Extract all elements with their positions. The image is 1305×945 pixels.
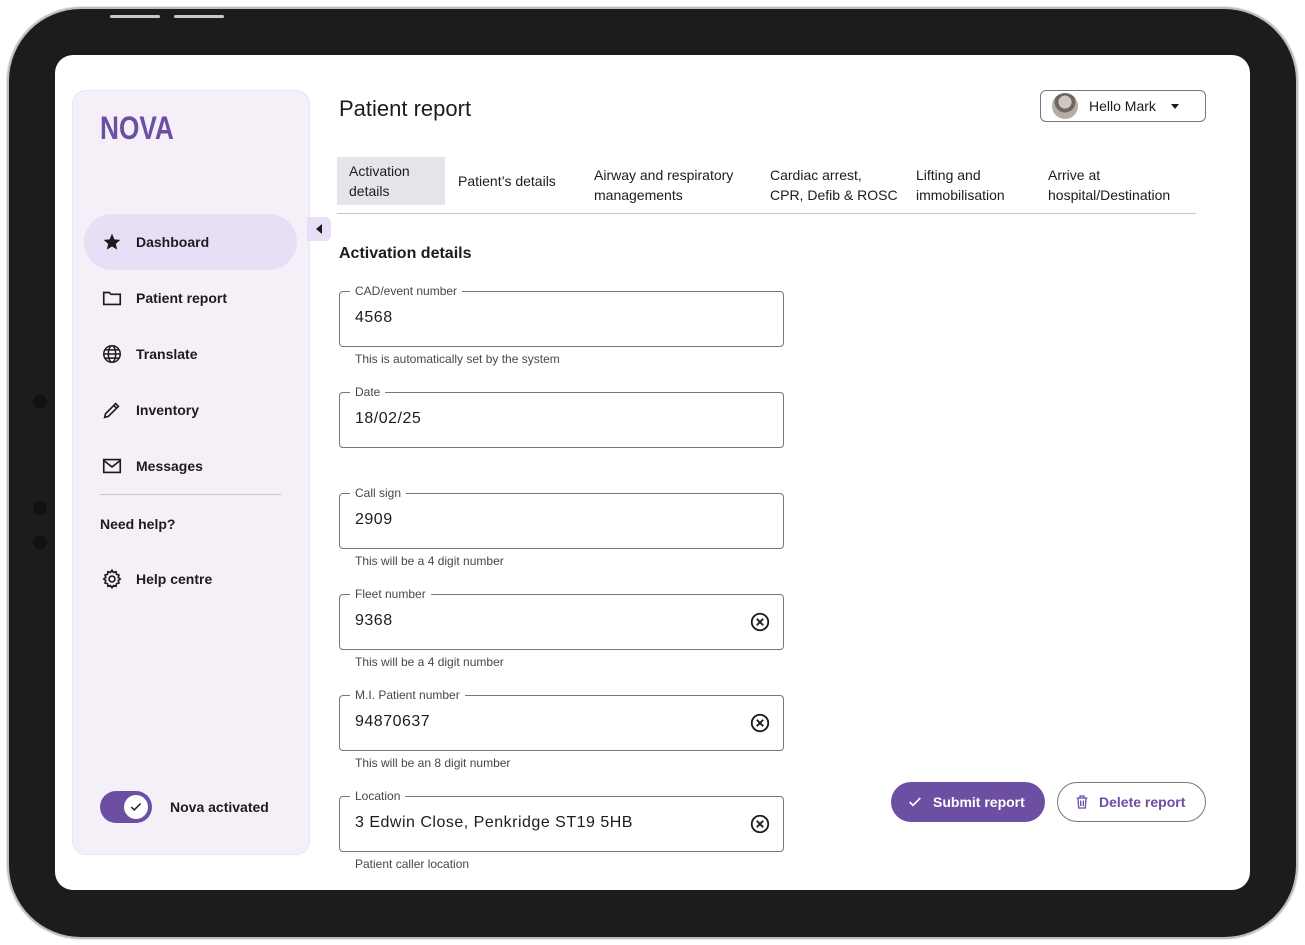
- star-icon: [100, 230, 124, 254]
- sidebar-item-label: Translate: [136, 346, 198, 362]
- location-field[interactable]: Location 3 Edwin Close, Penkridge ST19 5…: [339, 788, 784, 852]
- cad-event-number-field[interactable]: CAD/event number 4568: [339, 283, 784, 347]
- sidebar-item-patient-report[interactable]: Patient report: [84, 270, 297, 326]
- delete-report-label: Delete report: [1099, 794, 1186, 810]
- helper-text: This will be an 8 digit number: [355, 756, 511, 770]
- sidebar-item-inventory[interactable]: Inventory: [84, 382, 297, 438]
- submit-report-button[interactable]: Submit report: [891, 782, 1045, 822]
- sidebar-item-label: Messages: [136, 458, 203, 474]
- sidebar-item-help-centre[interactable]: Help centre: [84, 551, 297, 607]
- helper-text: Patient caller location: [355, 857, 470, 871]
- check-icon: [909, 797, 921, 807]
- app-screen: NOVA Dashboard Patient report Translate …: [55, 55, 1250, 890]
- avatar: [1052, 93, 1078, 119]
- field-value: 9368: [355, 612, 393, 629]
- side-sensor: [33, 535, 47, 549]
- field-value: 94870637: [355, 713, 431, 730]
- tab-arrive-hospital[interactable]: Arrive at hospital/Destination: [1048, 165, 1170, 213]
- report-tabs: Activation details Patient’s details Air…: [337, 157, 1196, 214]
- volume-button: [174, 15, 224, 18]
- sidebar-item-label: Patient report: [136, 290, 228, 306]
- field-label: Date: [350, 384, 386, 400]
- field-value: 3 Edwin Close, Penkridge ST19 5HB: [355, 814, 633, 831]
- sidebar-item-label: Help centre: [136, 571, 213, 587]
- field-label: Fleet number: [350, 586, 431, 602]
- side-sensor: [33, 501, 47, 515]
- helper-text: This will be a 4 digit number: [355, 655, 504, 669]
- call-sign-field[interactable]: Call sign 2909: [339, 485, 784, 549]
- helper-text: This will be a 4 digit number: [355, 554, 504, 568]
- section-title: Activation details: [339, 245, 472, 262]
- field-label: Location: [350, 788, 406, 804]
- sidebar-item-label: Inventory: [136, 402, 200, 418]
- user-greeting: Hello Mark: [1089, 98, 1156, 114]
- side-sensor: [33, 395, 47, 409]
- nova-toggle[interactable]: [100, 791, 152, 823]
- field-value: 18/02/25: [355, 410, 422, 427]
- helper-text: This is automatically set by the system: [355, 352, 560, 366]
- field-value: 4568: [355, 309, 393, 326]
- chevron-left-icon: [316, 224, 322, 234]
- field-label: M.I. Patient number: [350, 687, 465, 703]
- clear-icon[interactable]: [749, 611, 771, 633]
- trash-icon: [1076, 795, 1088, 809]
- tab-airway-respiratory[interactable]: Airway and respiratory managements: [594, 165, 733, 213]
- sidebar-item-translate[interactable]: Translate: [84, 326, 297, 382]
- tab-cardiac-arrest[interactable]: Cardiac arrest, CPR, Defib & ROSC: [770, 165, 898, 213]
- field-label: CAD/event number: [350, 283, 463, 299]
- mi-patient-number-field[interactable]: M.I. Patient number 94870637: [339, 687, 784, 751]
- check-icon: [124, 795, 148, 819]
- toggle-label: Nova activated: [170, 799, 269, 815]
- clear-icon[interactable]: [749, 712, 771, 734]
- sidebar-item-label: Dashboard: [136, 234, 210, 250]
- tab-patients-details[interactable]: Patient’s details: [458, 171, 556, 219]
- sidebar-item-dashboard[interactable]: Dashboard: [84, 214, 297, 270]
- folder-icon: [100, 286, 124, 310]
- app-logo: NOVA: [100, 110, 174, 146]
- submit-report-label: Submit report: [933, 794, 1025, 810]
- tab-lifting-immobilisation[interactable]: Lifting and immobilisation: [916, 165, 1005, 213]
- user-menu-button[interactable]: Hello Mark: [1040, 90, 1206, 122]
- field-value: 2909: [355, 511, 393, 528]
- field-label: Call sign: [350, 485, 407, 501]
- sidebar-divider: [100, 494, 281, 495]
- clear-icon[interactable]: [749, 813, 771, 835]
- sidebar: NOVA Dashboard Patient report Translate …: [72, 90, 310, 855]
- volume-button: [110, 15, 160, 18]
- page-title: Patient report: [339, 96, 472, 121]
- gear-icon: [100, 567, 124, 591]
- date-field[interactable]: Date 18/02/25: [339, 384, 784, 448]
- collapse-sidebar-button[interactable]: [307, 217, 331, 241]
- sidebar-item-messages[interactable]: Messages: [84, 438, 297, 494]
- need-help-heading: Need help?: [100, 516, 176, 532]
- delete-report-button[interactable]: Delete report: [1057, 782, 1206, 822]
- pencil-icon: [100, 398, 124, 422]
- caret-down-icon: [1171, 104, 1179, 109]
- mail-icon: [100, 454, 124, 478]
- tab-activation-details[interactable]: Activation details: [337, 157, 445, 205]
- fleet-number-field[interactable]: Fleet number 9368: [339, 586, 784, 650]
- globe-icon: [100, 342, 124, 366]
